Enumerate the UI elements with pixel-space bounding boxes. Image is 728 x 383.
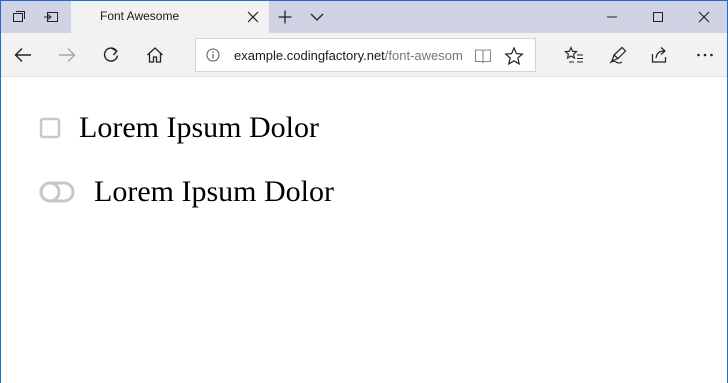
- close-window-icon[interactable]: [681, 1, 727, 33]
- minimize-icon[interactable]: [589, 1, 635, 33]
- close-tab-icon[interactable]: [237, 1, 269, 33]
- tab-bar: Font Awesome: [1, 1, 727, 33]
- page-content: Lorem Ipsum Dolor Lorem Ipsum Dolor: [1, 78, 727, 383]
- list-item: Lorem Ipsum Dolor: [39, 111, 319, 145]
- share-icon[interactable]: [638, 33, 682, 77]
- item-label: Lorem Ipsum Dolor: [94, 175, 334, 208]
- new-tab-icon[interactable]: [269, 1, 301, 33]
- tab-preview-chevron-icon[interactable]: [301, 1, 333, 33]
- reading-view-icon[interactable]: [474, 47, 492, 65]
- more-options-icon[interactable]: [683, 33, 727, 77]
- toggle-off-icon: [39, 181, 75, 203]
- tab-manager-icon[interactable]: [1, 1, 37, 33]
- address-bar[interactable]: example.codingfactory.net/font-awesome: [195, 38, 536, 72]
- tab-title: Font Awesome: [100, 9, 180, 23]
- maximize-icon[interactable]: [635, 1, 681, 33]
- url-path: /font-awesome: [384, 48, 462, 63]
- favorite-star-icon[interactable]: [504, 46, 524, 66]
- site-info-icon[interactable]: [206, 48, 220, 62]
- web-notes-pen-icon[interactable]: [596, 33, 640, 77]
- refresh-icon[interactable]: [89, 33, 133, 77]
- home-icon[interactable]: [133, 33, 177, 77]
- list-item: Lorem Ipsum Dolor: [39, 175, 334, 209]
- set-tabs-aside-icon[interactable]: [33, 1, 69, 33]
- square-outline-icon: [39, 117, 61, 139]
- tab-font-awesome[interactable]: Font Awesome: [71, 1, 269, 33]
- item-label: Lorem Ipsum Dolor: [79, 111, 319, 144]
- forward-arrow-icon[interactable]: [45, 33, 89, 77]
- back-arrow-icon[interactable]: [1, 33, 45, 77]
- browser-window: Font Awesome example.codingfactory.net/f…: [0, 0, 728, 383]
- navigation-bar: example.codingfactory.net/font-awesome: [1, 33, 727, 77]
- favorites-hub-icon[interactable]: [552, 33, 596, 77]
- url-host: example.codingfactory.net: [234, 48, 385, 63]
- url-text[interactable]: example.codingfactory.net/font-awesome: [234, 48, 462, 64]
